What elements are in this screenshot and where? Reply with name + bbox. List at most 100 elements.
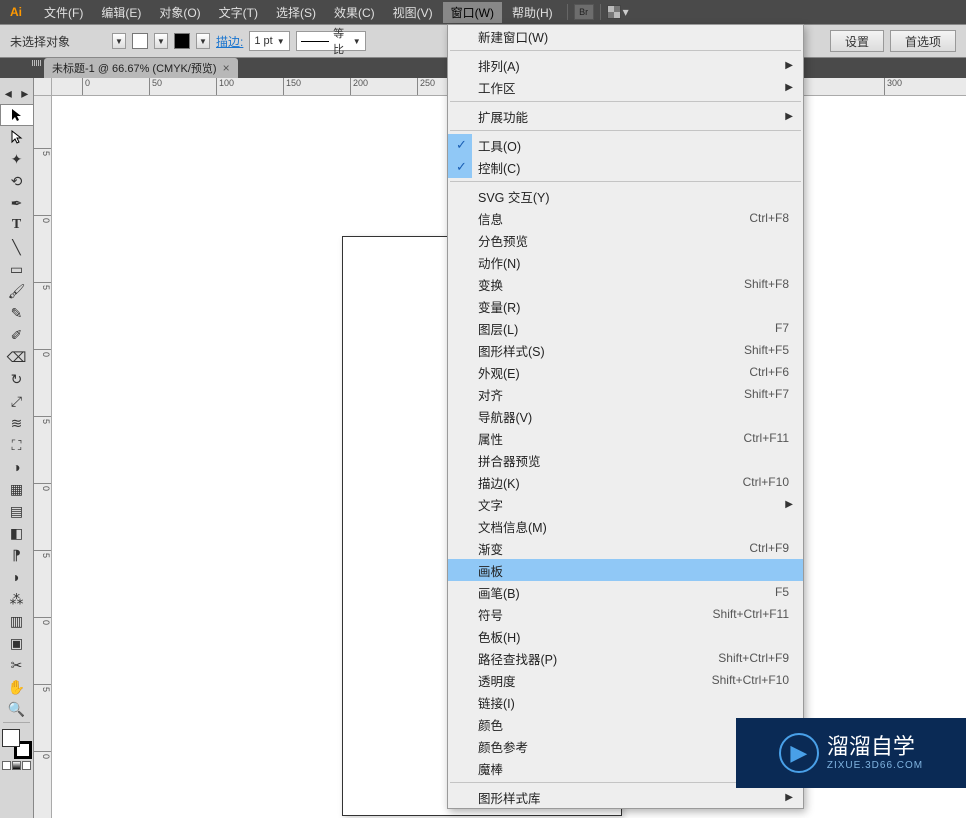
menu-item-label: 色板(H) xyxy=(478,627,789,646)
tool-expand-icon[interactable]: ▸ xyxy=(17,82,34,104)
tool-selection[interactable] xyxy=(0,104,34,126)
tool-collapse-icon[interactable]: ◂ xyxy=(0,82,17,104)
fill-dropdown[interactable]: ▼ xyxy=(112,33,126,49)
menu-item[interactable]: 导航器(V) xyxy=(448,405,803,427)
menu-item[interactable]: 画笔(B)F5 xyxy=(448,581,803,603)
menu-help[interactable]: 帮助(H) xyxy=(504,2,561,23)
menu-item[interactable]: 色板(H) xyxy=(448,625,803,647)
tool-shape-builder[interactable]: ◑ xyxy=(0,456,34,478)
none-mode-icon[interactable] xyxy=(22,761,31,770)
selection-status: 未选择对象 xyxy=(10,33,70,50)
color-mode-icon[interactable] xyxy=(2,761,11,770)
document-tab-label: 未标题-1 @ 66.67% (CMYK/预览) xyxy=(52,60,217,76)
tool-perspective[interactable]: ▦ xyxy=(0,478,34,500)
menu-item-label: 图层(L) xyxy=(478,319,775,338)
doc-setup-button[interactable]: 设置 xyxy=(830,30,884,52)
menu-item[interactable]: 文字▶ xyxy=(448,493,803,515)
menu-item[interactable]: 画板 xyxy=(448,559,803,581)
tool-scale[interactable]: ⤢ xyxy=(0,390,34,412)
menu-item[interactable]: 新建窗口(W) xyxy=(448,25,803,47)
menu-object[interactable]: 对象(O) xyxy=(151,2,208,23)
menu-item[interactable]: 信息Ctrl+F8 xyxy=(448,207,803,229)
menu-item[interactable]: 分色预览 xyxy=(448,229,803,251)
menu-type[interactable]: 文字(T) xyxy=(211,2,266,23)
tool-rotate[interactable]: ↻ xyxy=(0,368,34,390)
menu-item[interactable]: 符号Shift+Ctrl+F11 xyxy=(448,603,803,625)
tool-eraser[interactable]: ⌫ xyxy=(0,346,34,368)
stroke-weight-input[interactable]: 1 pt▼ xyxy=(249,31,289,51)
close-icon[interactable]: × xyxy=(223,61,230,75)
menu-select[interactable]: 选择(S) xyxy=(268,2,324,23)
tool-width[interactable]: ≋ xyxy=(0,412,34,434)
menu-item[interactable]: 变换Shift+F8 xyxy=(448,273,803,295)
tool-zoom[interactable]: 🔍 xyxy=(0,698,34,720)
tool-line-segment[interactable]: ╲ xyxy=(0,236,34,258)
menu-item[interactable]: 外观(E)Ctrl+F6 xyxy=(448,361,803,383)
menu-item[interactable]: 路径查找器(P)Shift+Ctrl+F9 xyxy=(448,647,803,669)
tab-handle[interactable] xyxy=(32,60,42,66)
submenu-arrow-icon: ▶ xyxy=(785,82,793,93)
menu-item[interactable]: ✓工具(O) xyxy=(448,134,803,156)
tool-pencil[interactable]: ✎ xyxy=(0,302,34,324)
menu-item[interactable]: 属性Ctrl+F11 xyxy=(448,427,803,449)
menu-item[interactable]: 拼合器预览 xyxy=(448,449,803,471)
tool-slice[interactable]: ✂ xyxy=(0,654,34,676)
ruler-vertical[interactable]: 5050505050 xyxy=(34,96,52,818)
tool-type[interactable]: T xyxy=(0,214,34,236)
menu-item[interactable]: 图形样式库▶ xyxy=(448,786,803,808)
stroke-label-link[interactable]: 描边: xyxy=(216,33,243,50)
menubar-separator xyxy=(600,4,601,20)
tool-symbol-sprayer[interactable]: ⁂ xyxy=(0,588,34,610)
tool-blend[interactable]: ◗ xyxy=(0,566,34,588)
menu-edit[interactable]: 编辑(E) xyxy=(93,2,149,23)
menu-item[interactable]: 排列(A)▶ xyxy=(448,54,803,76)
tool-artboard[interactable]: ▣ xyxy=(0,632,34,654)
menu-item[interactable]: 文档信息(M) xyxy=(448,515,803,537)
tool-eyedropper[interactable]: ⁋ xyxy=(0,544,34,566)
menu-view[interactable]: 视图(V) xyxy=(385,2,441,23)
menu-item[interactable]: 对齐Shift+F7 xyxy=(448,383,803,405)
ruler-origin[interactable] xyxy=(34,78,52,96)
menu-window[interactable]: 窗口(W) xyxy=(443,2,502,23)
menu-item[interactable]: 链接(I) xyxy=(448,691,803,713)
tool-lasso[interactable]: ⟲ xyxy=(0,170,34,192)
menu-item[interactable]: 动作(N) xyxy=(448,251,803,273)
menu-file[interactable]: 文件(F) xyxy=(36,2,91,23)
fill-menu[interactable]: ▼ xyxy=(154,33,168,49)
menu-item[interactable]: 图层(L)F7 xyxy=(448,317,803,339)
menu-item[interactable]: 图形样式(S)Shift+F5 xyxy=(448,339,803,361)
menu-item[interactable]: 渐变Ctrl+F9 xyxy=(448,537,803,559)
arrange-documents-button[interactable]: ▾ xyxy=(607,5,629,19)
preferences-button[interactable]: 首选项 xyxy=(890,30,956,52)
menu-item[interactable]: 扩展功能▶ xyxy=(448,105,803,127)
tool-pen[interactable]: ✒ xyxy=(0,192,34,214)
menu-item-label: 画板 xyxy=(478,561,789,580)
tool-paintbrush[interactable]: 🖌 xyxy=(0,280,34,302)
menu-item-label: 链接(I) xyxy=(478,693,789,712)
tool-direct-selection[interactable] xyxy=(0,126,34,148)
tool-free-transform[interactable]: ⛶ xyxy=(0,434,34,456)
document-tab[interactable]: 未标题-1 @ 66.67% (CMYK/预览) × xyxy=(44,58,238,78)
stroke-menu[interactable]: ▼ xyxy=(196,33,210,49)
menu-item[interactable]: 描边(K)Ctrl+F10 xyxy=(448,471,803,493)
tool-gradient[interactable]: ◧ xyxy=(0,522,34,544)
menu-item[interactable]: 工作区▶ xyxy=(448,76,803,98)
menu-item[interactable]: SVG 交互(Y) xyxy=(448,185,803,207)
tool-hand[interactable]: ✋ xyxy=(0,676,34,698)
tool-mesh[interactable]: ▤ xyxy=(0,500,34,522)
stroke-style-dropdown[interactable]: 等比▼ xyxy=(296,31,366,51)
bridge-button[interactable]: Br xyxy=(574,4,594,20)
gradient-mode-icon[interactable] xyxy=(12,761,21,770)
tool-column-graph[interactable]: ▥ xyxy=(0,610,34,632)
menu-effect[interactable]: 效果(C) xyxy=(326,2,383,23)
fill-stroke-control[interactable] xyxy=(2,729,32,759)
menu-item[interactable]: 透明度Shift+Ctrl+F10 xyxy=(448,669,803,691)
menu-item[interactable]: ✓控制(C) xyxy=(448,156,803,178)
stroke-swatch[interactable] xyxy=(174,33,190,49)
tool-blob-brush[interactable]: ✐ xyxy=(0,324,34,346)
menu-item[interactable]: 变量(R) xyxy=(448,295,803,317)
tool-magic-wand[interactable]: ✦ xyxy=(0,148,34,170)
check-icon: ✓ xyxy=(456,159,467,175)
fill-swatch[interactable] xyxy=(132,33,148,49)
tool-rectangle[interactable]: ▭ xyxy=(0,258,34,280)
